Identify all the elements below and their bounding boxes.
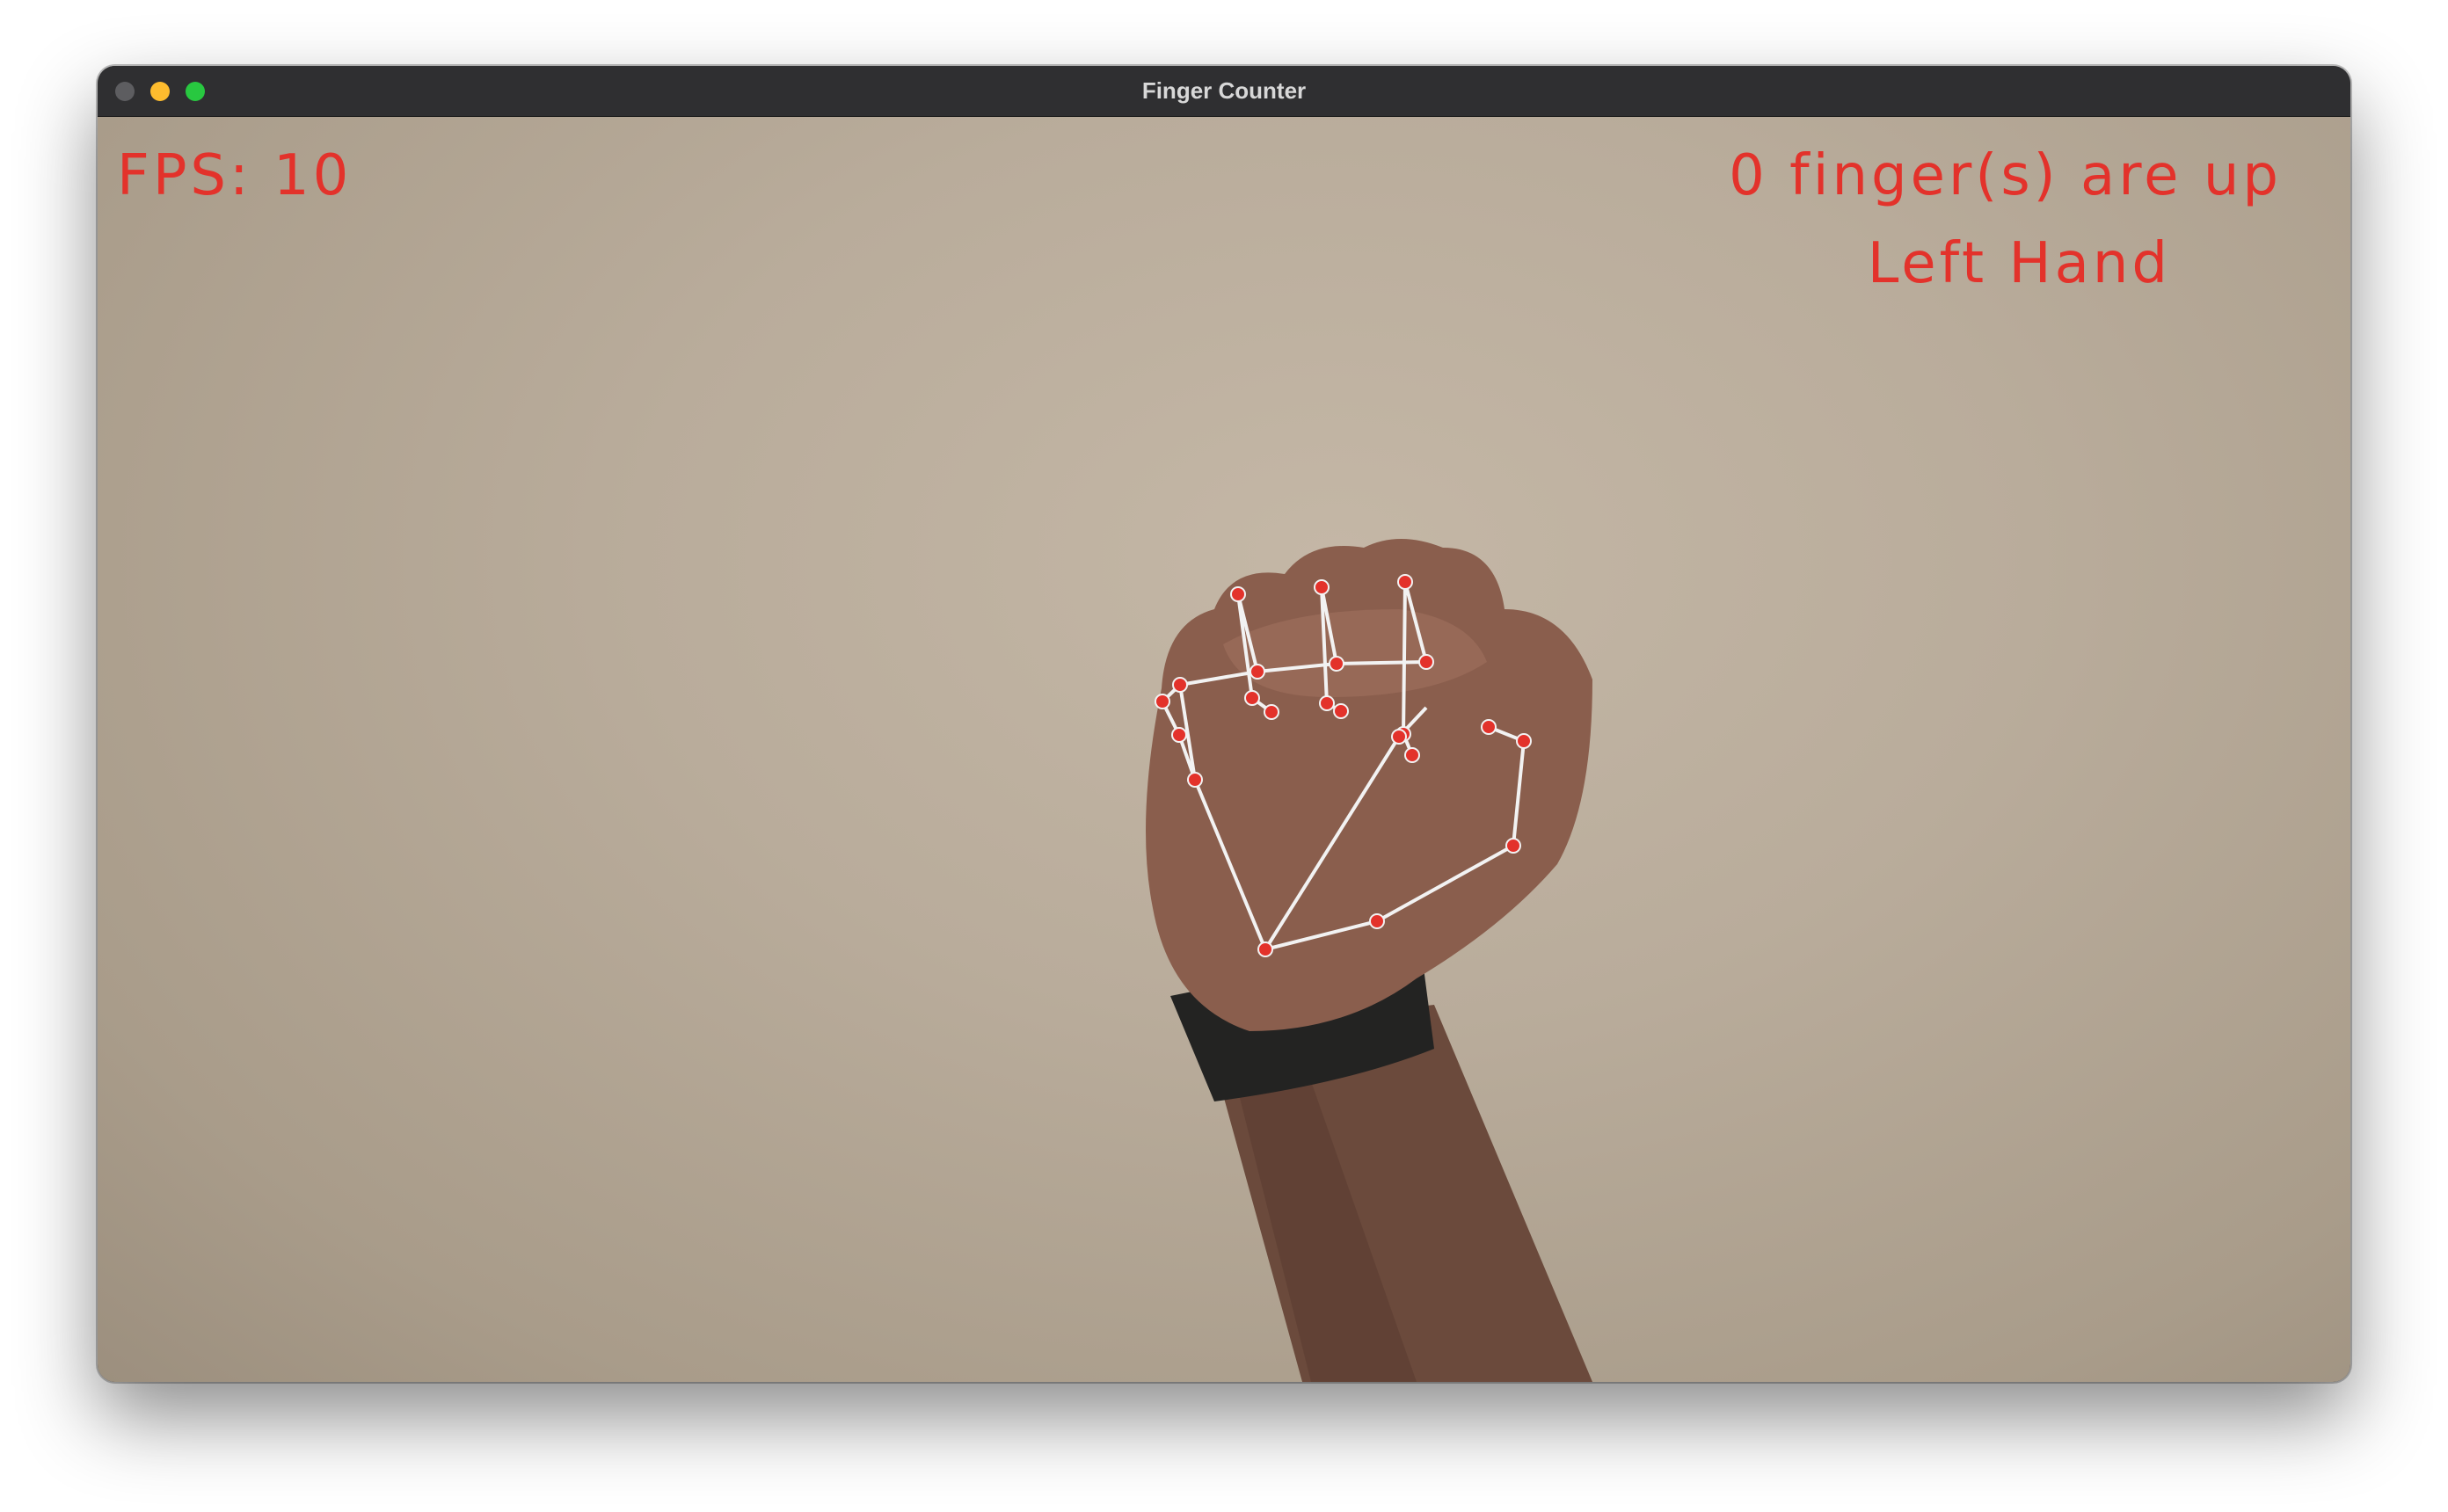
landmark-point <box>1187 772 1203 788</box>
landmark-point <box>1171 727 1187 743</box>
hand-side-label: Left Hand <box>1867 231 2171 296</box>
landmark-point <box>1391 729 1407 745</box>
landmark-point <box>1250 664 1265 680</box>
landmark-point <box>1329 656 1344 672</box>
landmark-point <box>1319 695 1335 711</box>
landmark-point <box>1516 733 1532 749</box>
landmark-point <box>1505 838 1521 854</box>
landmark-point <box>1264 704 1279 720</box>
landmark-point <box>1333 703 1349 719</box>
title-bar[interactable]: Finger Counter <box>98 66 2350 117</box>
camera-feed: FPS: 10 0 finger(s) are up Left Hand <box>98 117 2350 1382</box>
landmark-point <box>1418 654 1434 670</box>
landmark-point <box>1404 747 1420 763</box>
camera-scene <box>1146 539 1592 1382</box>
landmark-point <box>1257 941 1273 957</box>
finger-count-label: 0 finger(s) are up <box>1729 143 2282 208</box>
window-title: Finger Counter <box>1141 77 1307 104</box>
landmark-point <box>1481 719 1497 735</box>
landmark-point <box>1244 690 1260 706</box>
landmark-point <box>1369 913 1385 929</box>
landmark-point <box>1397 574 1413 590</box>
landmark-point <box>1314 579 1330 595</box>
fps-counter: FPS: 10 <box>117 143 353 208</box>
app-window: Finger Counter FPS: 10 0 finger(s) are u… <box>98 66 2350 1382</box>
landmark-point <box>1230 586 1246 602</box>
landmark-point <box>1172 677 1188 693</box>
landmark-point <box>1155 694 1170 709</box>
